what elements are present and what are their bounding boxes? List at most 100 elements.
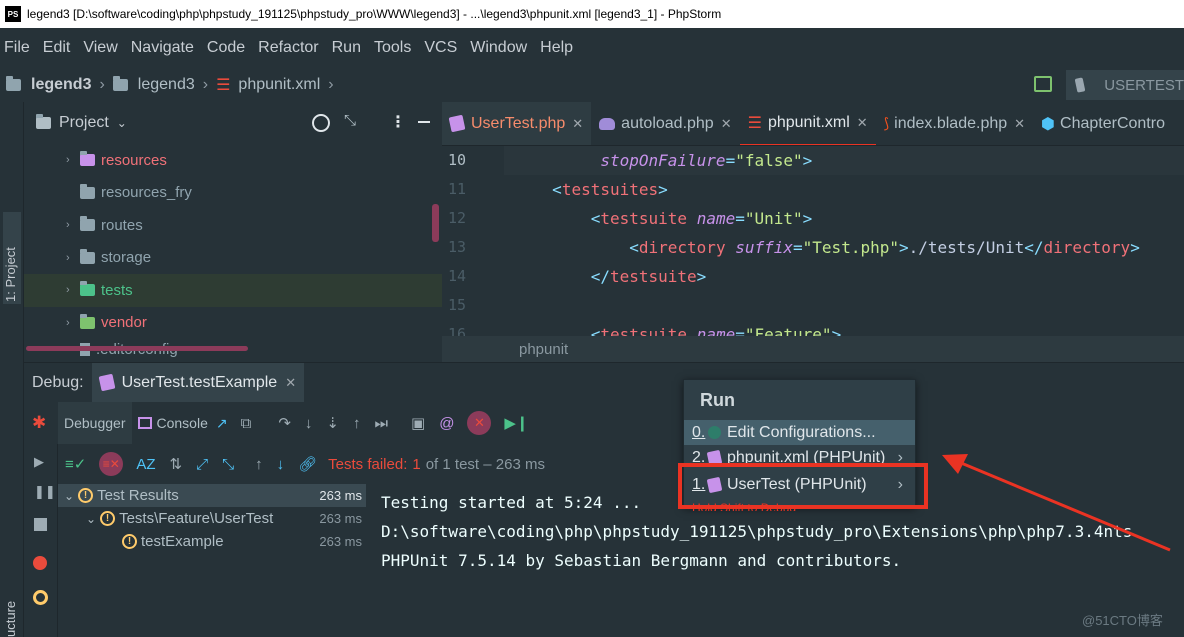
rerun-icon[interactable]: ▶	[34, 454, 44, 470]
test-row-suite[interactable]: ⌄ ! Tests\Feature\UserTest 263 ms	[58, 507, 366, 530]
hide-panel-icon[interactable]	[418, 121, 430, 123]
xml-file-icon: ☰	[216, 77, 231, 94]
more-options-icon[interactable]: ⋮	[390, 112, 406, 132]
at-icon[interactable]: @	[439, 415, 454, 432]
tree-item-label: tests	[101, 281, 133, 299]
menu-edit[interactable]: Edit	[43, 39, 71, 57]
close-icon[interactable]: ✕	[285, 375, 296, 391]
chevron-down-icon[interactable]: ⌄	[86, 512, 96, 526]
tree-item-resources[interactable]: › resources	[24, 144, 442, 177]
close-icon[interactable]: ✕	[721, 116, 732, 132]
menu-view[interactable]: View	[83, 39, 117, 57]
test-row-results[interactable]: ⌄ ! Test Results 263 ms	[58, 484, 366, 507]
menu-vcs[interactable]: VCS	[424, 39, 457, 57]
sort-duration-icon[interactable]: ⇅	[170, 455, 183, 473]
menu-file[interactable]: File	[4, 39, 30, 57]
menu-item-edit-configurations[interactable]: 0. Edit Configurations...	[684, 420, 915, 445]
tab-phpunit-xml[interactable]: ☰ phpunit.xml ✕	[739, 102, 876, 145]
expand-all-icon[interactable]: ⤢	[196, 456, 208, 473]
nav-crumb-folder[interactable]: legend3	[138, 76, 195, 94]
code-editor[interactable]: 10 11 12 13 14 15 16 stopOnFailure="fals…	[442, 146, 1184, 336]
link-icon[interactable]: 🔗︎	[298, 455, 317, 473]
show-passed-icon[interactable]: ≡✓	[65, 455, 86, 473]
line-number: 16	[448, 325, 467, 336]
tab-label: autoload.php	[621, 114, 714, 132]
test-time: 263 ms	[319, 488, 362, 503]
structure-tool-window-button[interactable]: ucture	[3, 594, 18, 637]
tab-chapter-controller[interactable]: ⬢ ChapterContro	[1033, 102, 1173, 145]
menu-refactor[interactable]: Refactor	[258, 39, 318, 57]
tree-item-editorconfig[interactable]: .editorconfig	[24, 339, 442, 359]
close-icon[interactable]: ✕	[1014, 116, 1025, 132]
tree-item-tests[interactable]: › tests	[24, 274, 442, 307]
menu-navigate[interactable]: Navigate	[131, 39, 194, 57]
xml-icon: ☰	[747, 114, 762, 132]
menu-help[interactable]: Help	[540, 39, 573, 57]
pause-icon[interactable]: ❚❚	[34, 484, 56, 500]
tree-item-vendor[interactable]: › vendor	[24, 307, 442, 340]
next-failed-icon[interactable]: ↓	[277, 456, 285, 473]
menu-code[interactable]: Code	[207, 39, 245, 57]
layout-icon[interactable]: ⧉	[241, 415, 252, 432]
code-line: <testsuite name="Unit">	[590, 209, 813, 228]
restore-layout-icon[interactable]: ↗	[216, 415, 228, 432]
tree-item-label: resources	[101, 151, 167, 169]
mute-breakpoints-icon[interactable]: ✕	[467, 411, 492, 435]
editor-breadcrumb-item[interactable]: phpunit	[519, 341, 568, 358]
menu-window[interactable]: Window	[470, 39, 527, 57]
tab-console[interactable]: Console ↗	[132, 402, 234, 444]
step-over-icon[interactable]: ↷	[278, 414, 291, 432]
step-out-icon[interactable]: ↑	[353, 415, 361, 432]
expand-arrow-icon[interactable]: ›	[66, 284, 80, 296]
tree-item-resources-fry[interactable]: resources_fry	[24, 177, 442, 210]
resume-icon[interactable]: ▶❙	[504, 414, 528, 432]
tab-index-blade[interactable]: ⟆ index.blade.php ✕	[876, 102, 1033, 145]
tree-item-label: storage	[101, 249, 152, 267]
nav-crumb-project[interactable]: legend3	[31, 76, 91, 94]
php-class-icon	[448, 114, 466, 133]
menu-run[interactable]: Run	[332, 39, 361, 57]
tree-item-routes[interactable]: › routes	[24, 209, 442, 242]
terminal-icon[interactable]	[1034, 76, 1052, 92]
view-breakpoints-icon[interactable]	[33, 556, 47, 570]
debug-session-tab[interactable]: UserTest.testExample ✕	[91, 362, 305, 403]
php-class-icon	[98, 373, 116, 392]
step-into-icon[interactable]: ↓	[305, 415, 313, 432]
tree-scrollbar[interactable]	[432, 204, 439, 242]
editor-breadcrumb: phpunit	[442, 336, 1184, 362]
project-tool-window-button[interactable]: 1: Project	[3, 212, 21, 304]
collapse-all-icon[interactable]: ⤡	[222, 456, 234, 473]
evaluate-icon[interactable]: ▣	[411, 414, 425, 432]
test-row-method[interactable]: ! testExample 263 ms	[58, 530, 366, 553]
bug-icon[interactable]: ✱	[32, 413, 58, 433]
tab-debugger[interactable]: Debugger	[58, 402, 132, 444]
sort-alpha-icon[interactable]: AZ	[136, 456, 155, 473]
chevron-down-icon[interactable]: ⌄	[64, 489, 74, 503]
menu-tools[interactable]: Tools	[374, 39, 411, 57]
collapse-icon[interactable]: ⤡	[344, 112, 356, 129]
previous-failed-icon[interactable]: ↑	[255, 456, 263, 473]
expand-arrow-icon[interactable]: ›	[66, 219, 80, 231]
expand-arrow-icon[interactable]: ›	[66, 252, 80, 264]
close-icon[interactable]: ✕	[572, 116, 583, 132]
force-step-into-icon[interactable]: ⇣	[326, 414, 339, 432]
run-to-cursor-icon[interactable]: ⏭	[374, 415, 388, 432]
project-panel-header: Project ⌄ ⤡ ⋮	[24, 102, 442, 144]
tab-autoload[interactable]: autoload.php ✕	[591, 102, 739, 145]
settings-icon[interactable]	[33, 590, 48, 605]
console-tab-label: Console	[156, 415, 208, 431]
test-time: 263 ms	[319, 534, 362, 549]
tab-usertest[interactable]: UserTest.php ✕	[442, 102, 592, 145]
expand-arrow-icon[interactable]: ›	[66, 317, 80, 329]
nav-crumb-file[interactable]: phpunit.xml	[238, 76, 320, 94]
show-ignored-icon[interactable]: ≡✕	[99, 452, 124, 476]
expand-arrow-icon[interactable]: ›	[66, 154, 80, 166]
project-panel-title[interactable]: Project	[59, 114, 109, 132]
chevron-down-icon[interactable]: ⌄	[117, 116, 127, 130]
line-number-gutter: 10 11 12 13 14 15 16	[442, 146, 504, 336]
tree-item-storage[interactable]: › storage	[24, 242, 442, 275]
run-config-selector[interactable]: USERTEST	[1066, 70, 1184, 100]
close-icon[interactable]: ✕	[857, 115, 868, 131]
target-icon[interactable]	[312, 114, 330, 132]
stop-icon[interactable]	[34, 518, 47, 531]
